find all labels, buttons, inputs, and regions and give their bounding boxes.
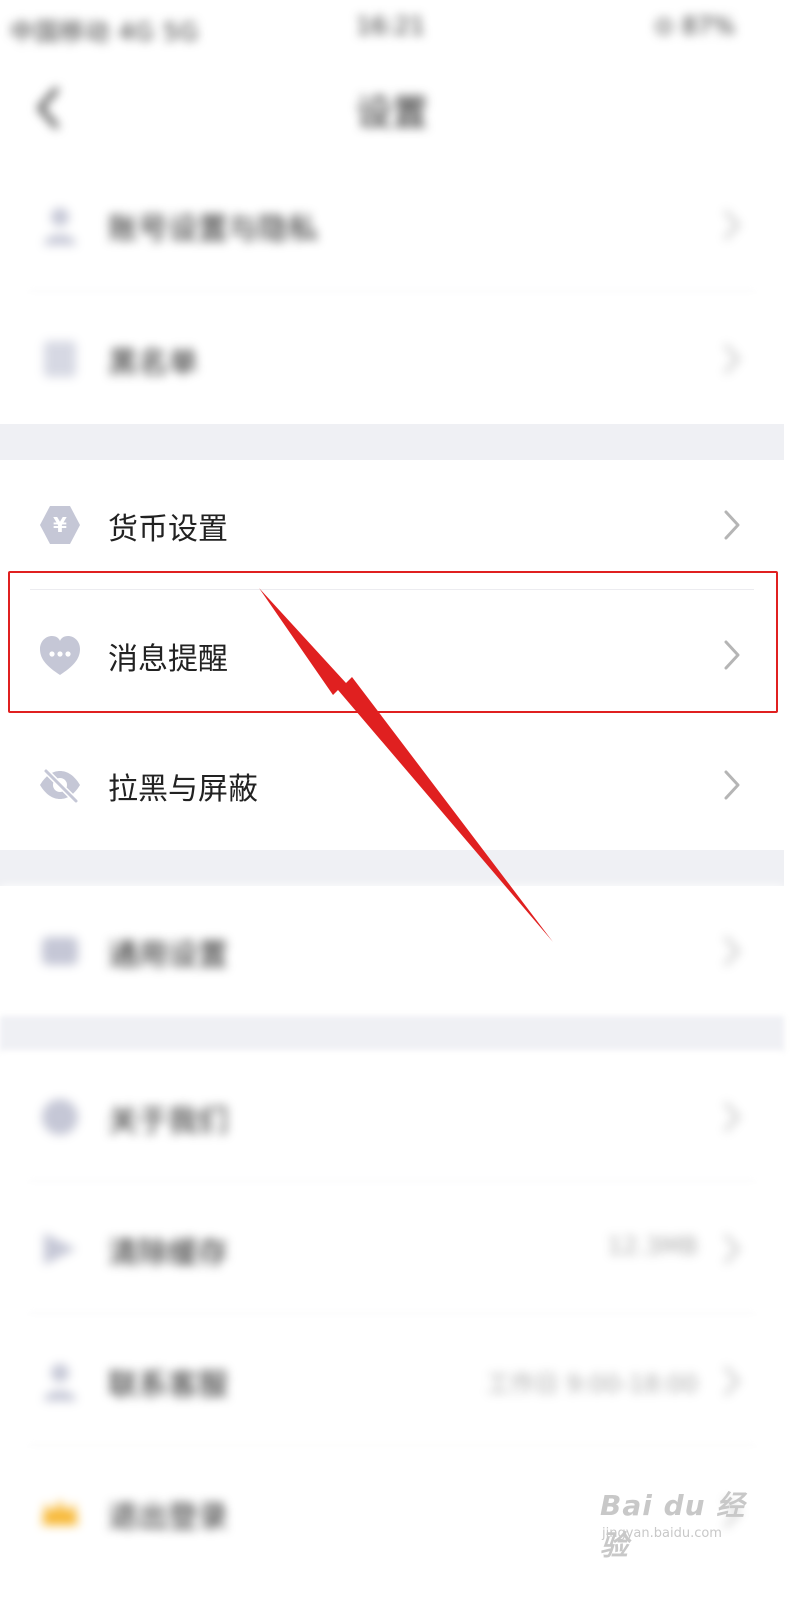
highlight-box — [8, 571, 778, 713]
service-hours-value: 工作日 9:00-18:00 — [486, 1370, 698, 1398]
settings-item-label: 关于我们 — [108, 1104, 228, 1139]
crown-icon — [42, 1499, 78, 1525]
top-bar: 设置 — [0, 60, 784, 156]
status-bar: 中国移动 4G 5G 16:21 ⊙ 87% — [0, 0, 784, 56]
chevron-right-icon — [724, 1102, 741, 1132]
settings-item-label: 联系客服 — [108, 1368, 228, 1403]
section-separator — [0, 850, 784, 886]
settings-item-customer-service[interactable]: 联系客服 工作日 9:00-18:00 — [0, 1316, 784, 1446]
settings-item-label: 黑名单 — [108, 346, 198, 381]
divider — [30, 1446, 754, 1447]
settings-item-label: 账号设置与隐私 — [108, 212, 318, 247]
settings-item-clear-cache[interactable]: 清除缓存 12.3MB — [0, 1184, 784, 1314]
chevron-right-icon — [724, 510, 740, 540]
settings-item-label: 清除缓存 — [108, 1236, 228, 1271]
chevron-right-icon — [724, 1366, 741, 1396]
settings-item-about[interactable]: 关于我们 — [0, 1052, 784, 1182]
user-icon — [44, 208, 76, 245]
watermark-logo-text: Bai du 经验 — [600, 1489, 746, 1562]
chevron-right-icon — [724, 210, 741, 240]
divider — [30, 292, 754, 293]
settings-item-account[interactable]: 账号设置与隐私 — [0, 160, 784, 290]
battery-text: ⊙ 87% — [654, 12, 736, 40]
section-separator — [0, 1016, 784, 1052]
page-title: 设置 — [355, 93, 428, 134]
broom-icon — [44, 1233, 76, 1265]
clock-text: 16:21 — [356, 12, 426, 40]
info-icon — [42, 1099, 78, 1135]
watermark-url: jingyan.baidu.com — [602, 1526, 722, 1541]
settings-item-label: 通用设置 — [108, 938, 228, 973]
list-icon — [44, 341, 76, 377]
baidu-jingyan-watermark: Bai du 经验 jingyan.baidu.com — [600, 1484, 750, 1562]
yen-hexagon-icon: ¥ — [40, 506, 80, 544]
svg-text:¥: ¥ — [53, 513, 67, 537]
carrier-text: 中国移动 4G 5G — [10, 18, 199, 46]
chevron-right-icon — [724, 936, 741, 966]
chevron-right-icon — [724, 1234, 741, 1264]
divider — [30, 1182, 754, 1183]
settings-item-label: 拉黑与屏蔽 — [108, 772, 258, 807]
settings-item-label: 货币设置 — [108, 512, 228, 547]
settings-item-label: 退出登录 — [108, 1500, 228, 1535]
headset-icon — [44, 1364, 76, 1401]
section-separator — [0, 424, 784, 460]
chevron-right-icon — [724, 770, 740, 800]
cache-size-value: 12.3MB — [607, 1232, 698, 1260]
chevron-right-icon — [724, 344, 741, 374]
settings-item-blacklist[interactable]: 黑名单 — [0, 294, 784, 424]
settings-item-block-and-mute[interactable]: 拉黑与屏蔽 — [0, 720, 784, 850]
eye-off-icon — [40, 768, 80, 804]
divider — [30, 1314, 754, 1315]
settings-item-general[interactable]: 通用设置 — [0, 886, 784, 1016]
sliders-icon — [42, 937, 78, 965]
